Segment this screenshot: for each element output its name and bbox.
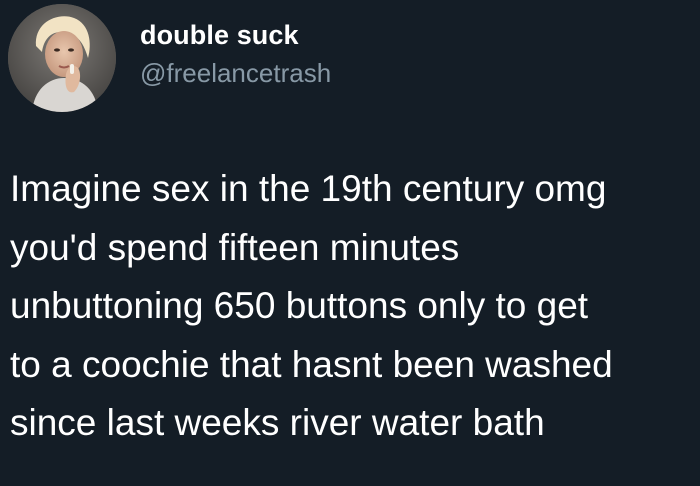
author-display-name[interactable]: double suck: [140, 18, 331, 52]
tweet-text-line: Imagine sex in the 19th century omg: [10, 168, 607, 209]
author-names: double suck @freelancetrash: [140, 18, 331, 90]
tweet-header: double suck @freelancetrash: [8, 2, 331, 114]
tweet-text-line: unbuttoning 650 buttons only to get: [10, 285, 589, 326]
tweet-text-line: since last weeks river water bath: [10, 402, 545, 443]
avatar-image: [8, 4, 116, 112]
tweet-card: double suck @freelancetrash Imagine sex …: [0, 0, 700, 486]
tweet-text-line: to a coochie that hasnt been washed: [10, 343, 613, 385]
author-handle[interactable]: @freelancetrash: [140, 56, 331, 90]
tweet-text: Imagine sex in the 19th century omg you'…: [10, 160, 698, 453]
tweet-text-line: you'd spend fifteen minutes: [10, 226, 460, 268]
avatar[interactable]: [8, 4, 116, 112]
